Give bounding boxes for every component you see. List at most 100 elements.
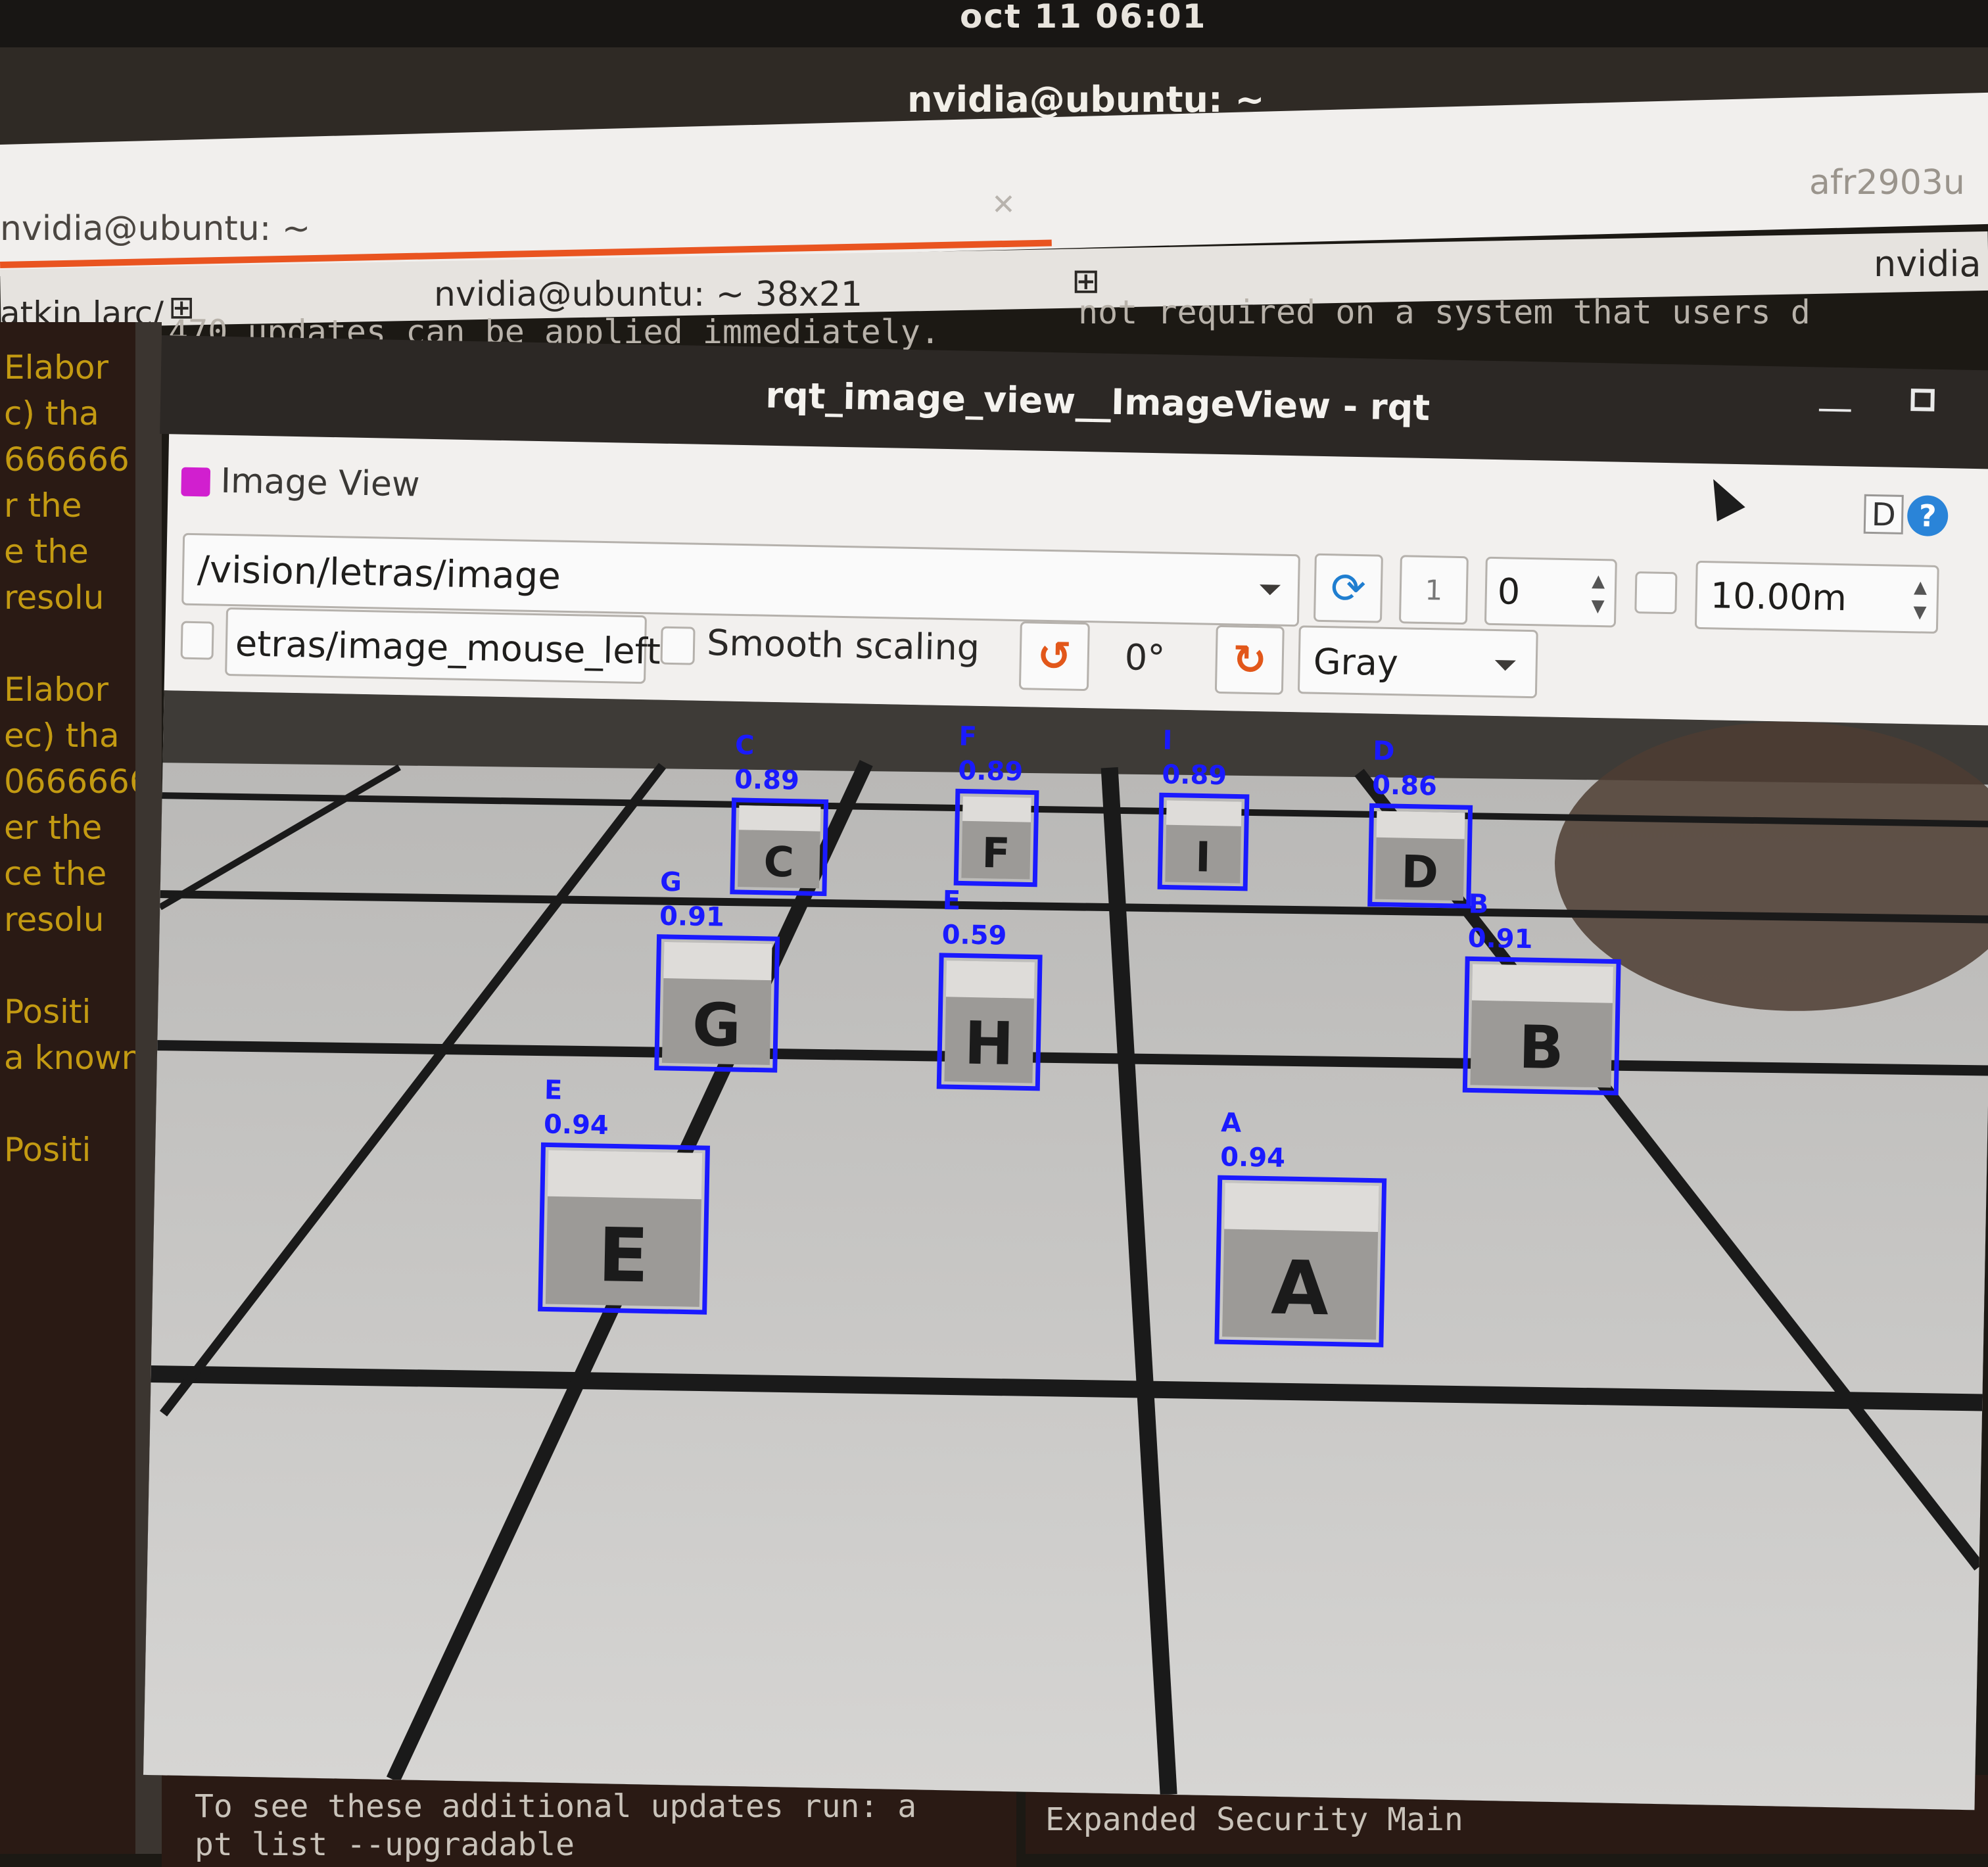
cube-letter: C xyxy=(763,838,795,887)
terminal-output-line: c) tha xyxy=(4,394,99,433)
detection-label: E xyxy=(544,1075,563,1106)
terminal-output-line: ec) tha xyxy=(4,717,120,755)
chevron-down-icon xyxy=(1494,660,1516,671)
rotate-left-icon: ↺ xyxy=(1037,631,1072,680)
rotate-left-button[interactable]: ↺ xyxy=(1018,621,1090,692)
cube-top-face xyxy=(945,960,1035,999)
terminal-output-line: er the xyxy=(4,809,103,847)
terminal-output-line: ce the xyxy=(4,855,107,893)
topic-value: /vision/letras/image xyxy=(197,548,561,598)
terminal-tab-1[interactable]: nvidia@ubuntu: ~ xyxy=(0,209,310,248)
detection-label: G xyxy=(660,867,682,898)
cube-top-face xyxy=(1224,1183,1379,1232)
minimize-icon[interactable]: — xyxy=(1817,387,1853,429)
cube-letter: E xyxy=(597,1212,650,1299)
terminal-output-line: not required on a system that users d xyxy=(1078,293,1810,331)
refresh-topics-button[interactable]: ⟳ xyxy=(1313,553,1383,623)
system-clock[interactable]: oct 11 06:01 xyxy=(960,0,1206,35)
terminal-tab-2[interactable]: afr2903u xyxy=(1809,163,1965,202)
rqt-window-title: rqt_image_view__ImageView - rqt xyxy=(765,374,1431,429)
refresh-icon: ⟳ xyxy=(1330,564,1367,614)
terminal-output-line: Positi xyxy=(4,1131,91,1169)
detection-label: F xyxy=(958,721,977,752)
terminal-output-line: To see these additional updates run: a xyxy=(195,1788,917,1825)
detection-score: 0.94 xyxy=(544,1109,609,1141)
rotate-right-icon: ↻ xyxy=(1232,635,1267,684)
detection-score: 0.89 xyxy=(958,755,1024,787)
camera-image-canvas: C F I DG H BE A C0.89F0.89I0.89D0.86G0.91E0.59… xyxy=(143,690,1988,1810)
terminal-output-line: Elabor xyxy=(4,671,109,709)
maximize-icon[interactable] xyxy=(1910,389,1935,412)
terminal-pane-left[interactable]: Elabor c) tha 666666 r the e the resolu Elabor… xyxy=(0,322,151,1854)
cube-letter: G xyxy=(692,991,742,1060)
duration-spinbox[interactable]: 10.00m ▲ ▼ xyxy=(1694,560,1939,634)
duration-spinbox-value: 10.00m xyxy=(1710,575,1847,619)
cube-top-face xyxy=(663,941,772,981)
chevron-down-icon xyxy=(1259,584,1281,596)
detection-label: D xyxy=(1373,736,1395,767)
cube-letter: D xyxy=(1401,846,1439,899)
detection-score: 0.59 xyxy=(941,920,1007,951)
terminal-output-line: r the xyxy=(4,486,82,525)
mouse-cursor-icon xyxy=(1699,472,1745,522)
detection-score: 0.89 xyxy=(1162,759,1227,791)
cube-letter: A xyxy=(1270,1244,1329,1333)
cube-top-face xyxy=(962,796,1031,822)
terminal-output-line: 0666666 xyxy=(4,763,151,801)
terminal-output-line: Positi xyxy=(4,993,91,1031)
terminal-output-line: e the xyxy=(4,532,89,571)
smooth-scaling-label[interactable]: Smooth scaling xyxy=(707,622,980,669)
terminal-output-line: resolu xyxy=(4,901,105,939)
tab-close-icon[interactable]: ✕ xyxy=(991,188,1016,222)
dock-button[interactable]: D xyxy=(1863,494,1904,534)
spin-arrows-icon[interactable]: ▲ ▼ xyxy=(1910,575,1930,625)
duration-checkbox[interactable] xyxy=(1634,571,1678,615)
terminal-output-line: Expanded Security Main xyxy=(1045,1801,1463,1838)
help-button[interactable]: ? xyxy=(1906,495,1949,537)
detection-score: 0.94 xyxy=(1220,1142,1286,1173)
rotate-right-button[interactable]: ↻ xyxy=(1214,625,1285,695)
freeze-button[interactable]: 1 xyxy=(1398,555,1469,625)
number-spinbox-value: 0 xyxy=(1497,571,1521,613)
terminal-pane-right[interactable]: not required on a system that users d xyxy=(1065,289,1988,342)
detection-score: 0.91 xyxy=(1467,923,1533,955)
detection-label: I xyxy=(1162,725,1173,755)
freeze-icon: 1 xyxy=(1425,573,1443,607)
rqt-body: Image View D ? /vision/letras/image ⟳ 1 … xyxy=(143,434,1988,1810)
rqt-window[interactable]: rqt_image_view__ImageView - rqt — Image … xyxy=(134,335,1988,1810)
spin-arrows-icon[interactable]: ▲ ▼ xyxy=(1588,569,1608,619)
image-view-plugin-icon xyxy=(181,467,211,497)
terminal-output-line: Elabor xyxy=(4,348,109,387)
mouse-topic-input[interactable]: etras/image_mouse_left xyxy=(225,607,661,684)
camera-image[interactable]: CFIDGHBEA C 0.89 F 0.89 I 0.89 D 0.86 G 0.91 E 0.59… xyxy=(143,690,1988,1810)
detection-label: A xyxy=(1221,1108,1242,1139)
pane-right-title[interactable]: nvidia xyxy=(1874,243,1981,285)
detection-label: C xyxy=(735,730,755,761)
cube-top-face xyxy=(1471,964,1613,1003)
cube-letter: B xyxy=(1518,1013,1565,1083)
cube-top-face xyxy=(738,805,821,832)
plugin-title: Image View xyxy=(220,461,421,505)
detection-label: B xyxy=(1468,889,1488,920)
detection-score: 0.91 xyxy=(659,901,725,933)
cube-top-face xyxy=(1376,811,1465,839)
cube-letter: F xyxy=(982,829,1010,878)
number-spinbox[interactable]: 0 ▲ ▼ xyxy=(1484,556,1617,628)
terminal-output-line: resolu xyxy=(4,579,105,617)
color-scheme-value: Gray xyxy=(1313,640,1399,684)
detection-score: 0.86 xyxy=(1372,770,1438,801)
cube-top-face xyxy=(1166,800,1242,826)
rotation-value: 0° xyxy=(1124,636,1166,679)
cube-letter: H xyxy=(964,1009,1014,1079)
mouse-topic-value: etras/image_mouse_left xyxy=(235,623,661,673)
terminal-output-line: a known xyxy=(4,1039,143,1077)
terminal-output-line: 666666 xyxy=(4,440,130,479)
publish-mouse-checkbox[interactable] xyxy=(180,621,214,660)
pane-middle-title[interactable]: nvidia@ubuntu: ~ 38x21 xyxy=(434,275,863,314)
cube-top-face xyxy=(547,1150,703,1200)
detection-label: E xyxy=(942,886,960,916)
color-scheme-select[interactable]: Gray xyxy=(1297,625,1538,699)
detection-score: 0.89 xyxy=(734,765,800,796)
cube-letter: I xyxy=(1195,833,1212,881)
smooth-scaling-checkbox[interactable] xyxy=(660,626,696,665)
